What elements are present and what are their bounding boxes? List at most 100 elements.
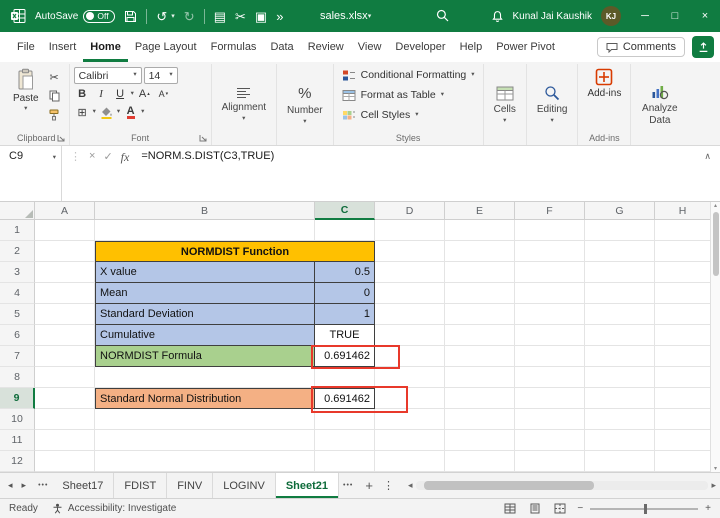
more-sheets-left-icon[interactable]: ••• — [34, 473, 52, 498]
cell[interactable] — [445, 430, 515, 451]
sheet-tab-sheet17[interactable]: Sheet17 — [52, 473, 114, 498]
cell[interactable] — [375, 325, 445, 346]
cell[interactable] — [445, 409, 515, 430]
cell[interactable] — [35, 409, 95, 430]
font-color-button[interactable]: A — [122, 104, 139, 120]
cell-b2-title[interactable]: NORMDIST Function — [95, 241, 375, 262]
tab-page-layout[interactable]: Page Layout — [128, 32, 204, 62]
undo-caret-icon[interactable]: ▾ — [171, 12, 175, 20]
row-header-9[interactable]: 9 — [0, 388, 35, 409]
cells-button[interactable]: Cells ▾ — [488, 65, 522, 145]
cell[interactable] — [315, 451, 375, 472]
row-header-7[interactable]: 7 — [0, 346, 35, 367]
document-title[interactable]: sales.xlsx ▾ — [320, 0, 371, 32]
cell[interactable] — [35, 304, 95, 325]
cell[interactable] — [35, 388, 95, 409]
borders-button[interactable]: ⊞ — [74, 104, 91, 120]
alignment-button[interactable]: Alignment ▾ — [216, 65, 272, 145]
paste-button[interactable]: Paste ▾ — [8, 65, 44, 116]
vertical-scroll-thumb[interactable] — [713, 212, 719, 276]
insert-function-icon[interactable]: fx — [121, 150, 130, 165]
notebook-icon[interactable]: ▤ — [214, 10, 226, 23]
horizontal-scroll-thumb[interactable] — [424, 481, 594, 490]
autosave-control[interactable]: AutoSave Off — [35, 10, 115, 23]
scroll-up-icon[interactable]: ▴ — [714, 202, 717, 209]
cell[interactable] — [375, 430, 445, 451]
row-header-5[interactable]: 5 — [0, 304, 35, 325]
cell[interactable] — [585, 388, 655, 409]
cell[interactable] — [445, 451, 515, 472]
cell[interactable] — [515, 409, 585, 430]
column-header-g[interactable]: G — [585, 202, 655, 220]
vertical-scrollbar[interactable]: ▴ ▾ — [710, 202, 720, 472]
cell[interactable] — [95, 409, 315, 430]
cell[interactable] — [655, 325, 710, 346]
row-header-11[interactable]: 11 — [0, 430, 35, 451]
font-color-caret-icon[interactable]: ▾ — [141, 109, 144, 116]
number-button[interactable]: % Number ▾ — [281, 65, 329, 145]
sheet-options-icon[interactable]: ⋮ — [383, 479, 394, 492]
cell[interactable] — [585, 304, 655, 325]
cell-b9-label[interactable]: Standard Normal Distribution — [95, 388, 315, 409]
cell[interactable] — [375, 262, 445, 283]
cell[interactable] — [445, 241, 515, 262]
cell[interactable] — [515, 262, 585, 283]
cell[interactable] — [585, 220, 655, 241]
bold-button[interactable]: B — [74, 86, 91, 102]
cell[interactable] — [35, 430, 95, 451]
tab-file[interactable]: File — [10, 32, 42, 62]
conditional-formatting-button[interactable]: Conditional Formatting ▾ — [338, 65, 479, 85]
hscroll-left-icon[interactable]: ◂ — [408, 480, 413, 491]
user-name[interactable]: Kunal Jai Kaushik — [513, 11, 593, 22]
cell[interactable] — [445, 367, 515, 388]
cell-b4-label[interactable]: Mean — [95, 283, 315, 304]
cell[interactable] — [445, 262, 515, 283]
cell[interactable] — [445, 220, 515, 241]
share-button[interactable] — [692, 36, 714, 58]
hscroll-right-icon[interactable]: ▸ — [711, 480, 716, 491]
tab-developer[interactable]: Developer — [388, 32, 452, 62]
borders-caret-icon[interactable]: ▾ — [93, 109, 96, 116]
cell[interactable] — [655, 409, 710, 430]
cell[interactable] — [445, 283, 515, 304]
add-sheet-button[interactable]: + — [365, 478, 373, 493]
cell[interactable] — [35, 262, 95, 283]
underline-caret-icon[interactable]: ▾ — [131, 91, 134, 98]
cell[interactable] — [515, 430, 585, 451]
cell[interactable] — [515, 325, 585, 346]
cell[interactable] — [445, 304, 515, 325]
row-header-12[interactable]: 12 — [0, 451, 35, 472]
copy-icon[interactable] — [46, 88, 63, 104]
row-header-4[interactable]: 4 — [0, 283, 35, 304]
cell[interactable] — [515, 241, 585, 262]
cell[interactable] — [655, 283, 710, 304]
cell[interactable] — [515, 367, 585, 388]
cell[interactable] — [655, 346, 710, 367]
sheet-tab-loginv[interactable]: LOGINV — [213, 473, 276, 498]
more-sheets-right-icon[interactable]: ••• — [339, 473, 357, 498]
add-ins-button[interactable]: Add-ins — [582, 65, 626, 102]
row-header-6[interactable]: 6 — [0, 325, 35, 346]
cell[interactable] — [655, 367, 710, 388]
font-size-select[interactable]: 14 ▾ — [144, 67, 178, 84]
cell-c4-value[interactable]: 0 — [315, 283, 375, 304]
cell[interactable] — [315, 220, 375, 241]
cell[interactable] — [585, 346, 655, 367]
tab-review[interactable]: Review — [301, 32, 351, 62]
cell[interactable] — [585, 430, 655, 451]
more-commands-icon[interactable]: » — [276, 10, 283, 23]
cell[interactable] — [315, 430, 375, 451]
cell[interactable] — [375, 367, 445, 388]
row-header-2[interactable]: 2 — [0, 241, 35, 262]
cancel-entry-icon[interactable]: × — [89, 150, 95, 162]
cell-b5-label[interactable]: Standard Deviation — [95, 304, 315, 325]
tab-help[interactable]: Help — [453, 32, 490, 62]
save-icon[interactable] — [124, 10, 137, 23]
increase-font-button[interactable]: A▴ — [136, 86, 153, 102]
column-header-a[interactable]: A — [35, 202, 95, 220]
cell-b3-label[interactable]: X value — [95, 262, 315, 283]
tab-insert[interactable]: Insert — [42, 32, 84, 62]
underline-button[interactable]: U — [112, 86, 129, 102]
prev-sheet-icon[interactable]: ◂ — [8, 480, 13, 491]
clipboard-dialog-launcher-icon[interactable] — [57, 134, 65, 142]
